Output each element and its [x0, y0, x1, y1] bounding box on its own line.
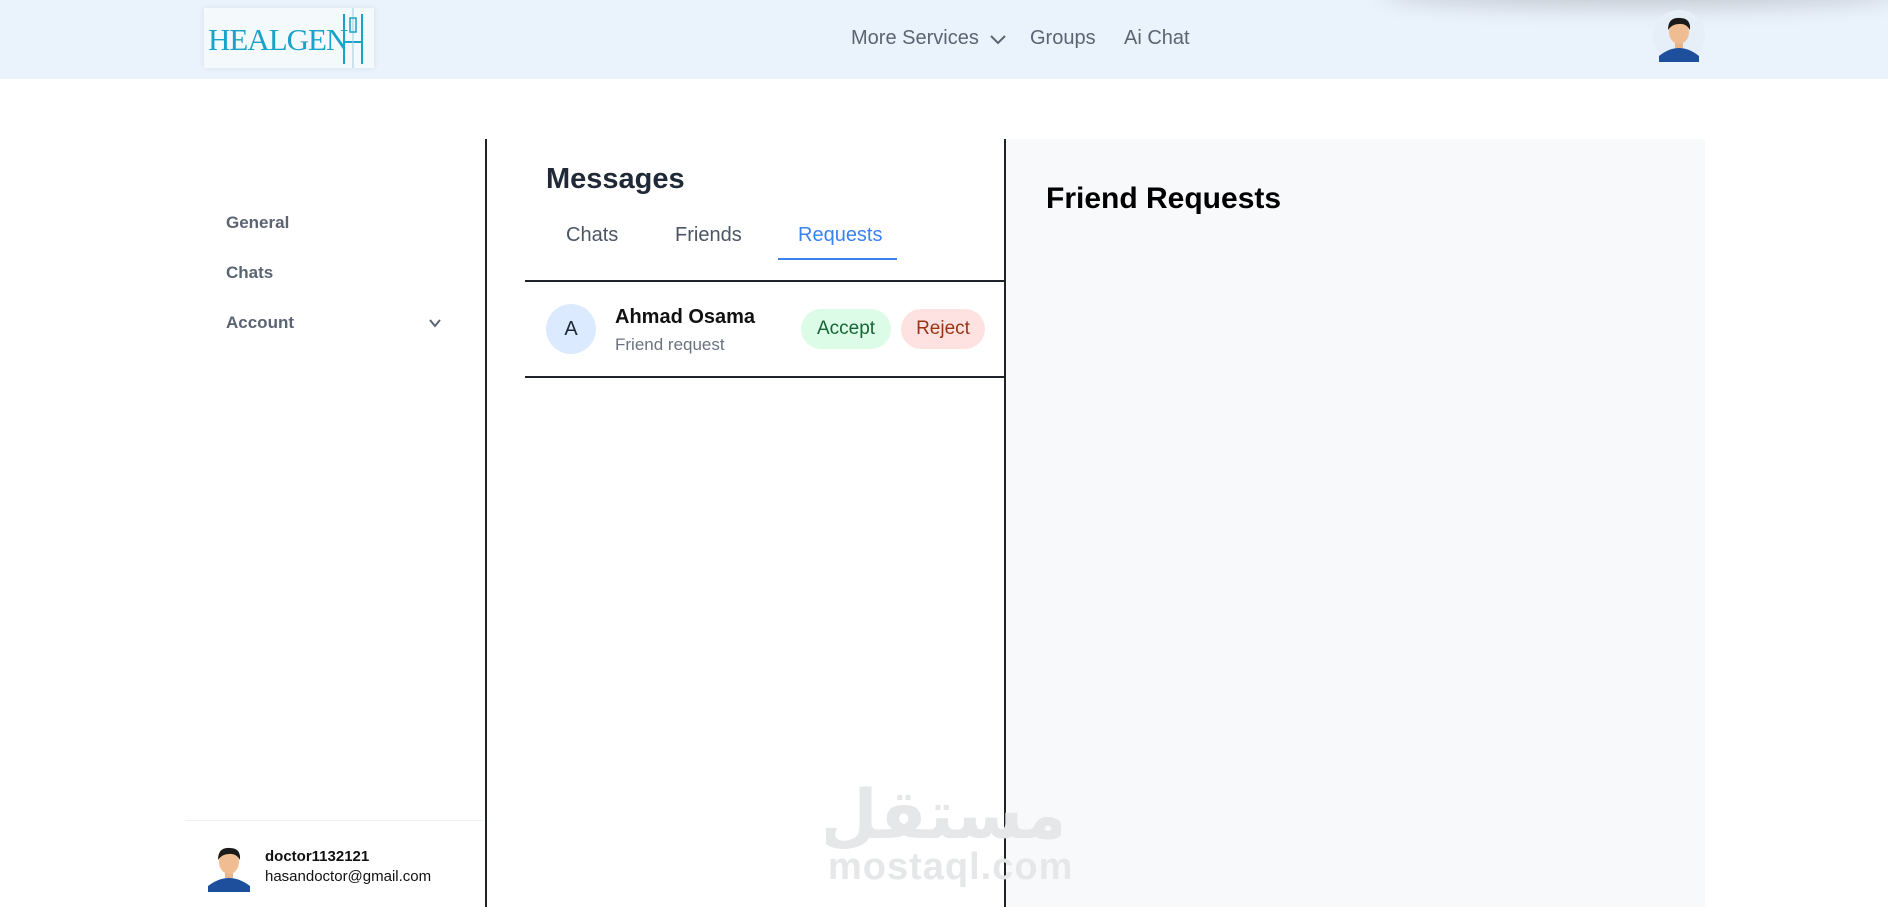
profile-avatar[interactable]: [1653, 10, 1705, 62]
chevron-down-icon: [429, 319, 441, 328]
user-avatar: [208, 847, 250, 892]
sidebar-item-chats[interactable]: Chats: [226, 263, 273, 283]
logo-text: HEALGEN: [208, 22, 348, 57]
logo-mark-icon: [343, 8, 363, 68]
nav-more-services[interactable]: More Services: [851, 27, 1007, 50]
active-tab-indicator: [778, 258, 897, 260]
request-avatar: A: [546, 304, 596, 354]
tab-chats[interactable]: Chats: [566, 224, 618, 247]
nav-more-services-label: More Services: [851, 27, 979, 49]
top-navbar: HEALGEN More Services Groups Ai Chat: [0, 0, 1888, 79]
app-logo[interactable]: HEALGEN: [204, 8, 374, 68]
request-list-top-border: [525, 280, 1005, 282]
user-username: doctor1132121: [265, 848, 370, 865]
watermark-text: mostaql.com: [828, 846, 1074, 888]
request-name: Ahmad Osama: [615, 306, 756, 328]
column-divider-left: [485, 139, 487, 907]
sidebar-item-general[interactable]: General: [226, 213, 289, 233]
user-email: hasandoctor@gmail.com: [265, 868, 432, 885]
sidebar-item-account-label: Account: [226, 313, 294, 332]
request-list-bottom-border: [525, 376, 1005, 378]
request-subtitle: Friend request: [615, 335, 725, 354]
friend-requests-title: Friend Requests: [1046, 182, 1282, 215]
chevron-down-icon: [990, 34, 1006, 44]
tab-requests[interactable]: Requests: [798, 224, 883, 247]
nav-groups[interactable]: Groups: [1030, 27, 1096, 50]
tab-friends[interactable]: Friends: [675, 224, 742, 247]
watermark-logo: مستقل: [826, 776, 1061, 854]
reject-button[interactable]: Reject: [901, 309, 985, 349]
messages-title: Messages: [546, 163, 685, 195]
sidebar-item-account[interactable]: Account: [226, 313, 442, 333]
nav-ai-chat[interactable]: Ai Chat: [1124, 27, 1190, 50]
friend-requests-panel: [1006, 139, 1705, 907]
accept-button[interactable]: Accept: [801, 309, 891, 349]
watermark-arabic-text: مستقل: [826, 776, 1061, 854]
sidebar-divider: [185, 820, 483, 821]
